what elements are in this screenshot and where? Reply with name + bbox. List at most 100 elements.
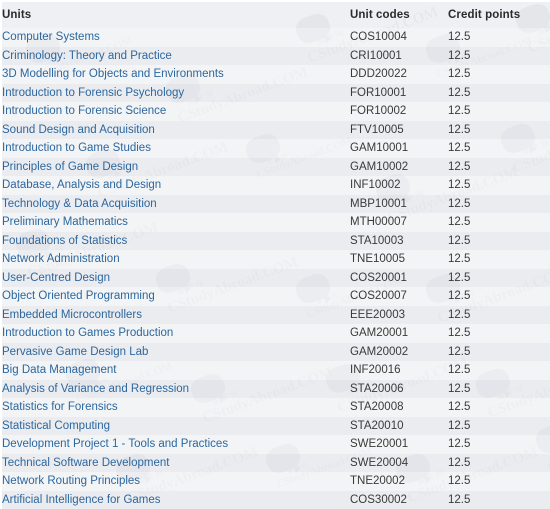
cell-unit-code: MBP10001 xyxy=(350,195,448,214)
cell-unit-name: Artificial Intelligence for Games xyxy=(2,491,350,509)
unit-link[interactable]: Development Project 1 - Tools and Practi… xyxy=(2,438,228,450)
unit-code-text: TNE20002 xyxy=(350,475,405,487)
cell-unit-name: Pervasive Game Design Lab xyxy=(2,343,350,362)
credit-points-text: 12.5 xyxy=(448,105,471,117)
table-row[interactable]: Artificial Intelligence for Games COS3000… xyxy=(2,490,550,509)
table-row[interactable]: Development Project 1 - Tools and Practi… xyxy=(2,435,550,454)
cell-unit-name: Network Administration xyxy=(2,250,350,269)
cell-unit-code: COS20007 xyxy=(350,287,448,306)
credit-points-text: 12.5 xyxy=(448,160,471,173)
unit-code-text: GAM20002 xyxy=(350,345,409,358)
unit-link[interactable]: Computer Systems xyxy=(2,31,100,43)
unit-link[interactable]: Object Oriented Programming xyxy=(2,290,155,302)
unit-code-text: GAM20001 xyxy=(350,327,409,339)
unit-link[interactable]: Network Administration xyxy=(2,253,120,265)
table-row[interactable]: Analysis of Variance and Regression STA20… xyxy=(2,379,550,398)
cell-unit-code: INF20016 xyxy=(350,361,448,380)
cell-credit-points: 12.5 xyxy=(448,102,550,121)
table-row[interactable]: Database, Analysis and Design INF10002 12.… xyxy=(2,176,550,195)
table-row[interactable]: Principles of Game Design GAM10002 12.5 xyxy=(2,157,550,177)
table-row[interactable]: Introduction to Forensic Science FOR10002… xyxy=(2,102,550,121)
column-header-units[interactable]: Units xyxy=(2,2,350,28)
cell-unit-code: GAM10002 xyxy=(350,158,448,177)
cell-unit-name: Database, Analysis and Design xyxy=(2,176,350,195)
table-row[interactable]: User-Centred Design COS20001 12.5 xyxy=(2,268,550,288)
table-row[interactable]: Technical Software Development SWE20004 12… xyxy=(2,453,550,473)
cell-credit-points: 12.5 xyxy=(448,417,550,436)
cell-unit-code: COS20001 xyxy=(350,269,448,288)
unit-link[interactable]: Embedded Microcontrollers xyxy=(2,309,142,321)
table-row[interactable]: 3D Modelling for Objects and Environment… xyxy=(2,65,550,84)
column-header-unit-codes[interactable]: Unit codes xyxy=(350,2,448,28)
unit-link[interactable]: Preliminary Mathematics xyxy=(2,216,128,228)
cell-unit-code: TNE20002 xyxy=(350,472,448,491)
unit-link[interactable]: Statistical Computing xyxy=(2,420,110,432)
table-row[interactable]: Statistical Computing STA20010 12.5 xyxy=(2,416,550,436)
table-row[interactable]: Object Oriented Programming COS20007 12.5 xyxy=(2,287,550,306)
cell-credit-points: 12.5 xyxy=(448,398,550,417)
unit-link[interactable]: Technology & Data Acquisition xyxy=(2,198,157,210)
cell-credit-points: 12.5 xyxy=(448,287,550,306)
cell-credit-points: 12.5 xyxy=(448,269,550,288)
cell-unit-name: Introduction to Games Production xyxy=(2,324,350,343)
table-row[interactable]: Embedded Microcontrollers EEE20003 12.5 xyxy=(2,305,550,324)
unit-link[interactable]: User-Centred Design xyxy=(2,272,110,284)
table-row[interactable]: Pervasive Game Design Lab GAM20002 12.5 xyxy=(2,342,550,362)
credit-points-text: 12.5 xyxy=(448,49,471,62)
unit-code-text: MTH00007 xyxy=(350,216,407,228)
unit-link[interactable]: Criminology: Theory and Practice xyxy=(2,50,172,62)
unit-link[interactable]: Analysis of Variance and Regression xyxy=(2,383,189,395)
unit-code-text: FTV10005 xyxy=(350,123,404,136)
cell-unit-name: Principles of Game Design xyxy=(2,158,350,177)
unit-code-text: DDD20022 xyxy=(350,68,407,80)
table-row[interactable]: Network Routing Principles TNE20002 12.5 xyxy=(2,472,550,491)
unit-link[interactable]: Artificial Intelligence for Games xyxy=(2,494,161,506)
credit-points-text: 12.5 xyxy=(448,179,471,191)
table-row[interactable]: Technology & Data Acquisition MBP10001 12.… xyxy=(2,194,550,214)
cell-credit-points: 12.5 xyxy=(448,47,550,66)
unit-link[interactable]: Technical Software Development xyxy=(2,457,169,469)
unit-link[interactable]: Pervasive Game Design Lab xyxy=(2,346,148,358)
table-row[interactable]: Introduction to Games Production GAM20001… xyxy=(2,324,550,343)
table-row[interactable]: Computer Systems COS10004 12.5 xyxy=(2,28,550,47)
unit-link[interactable]: Introduction to Forensic Psychology xyxy=(2,87,184,99)
unit-link[interactable]: Principles of Game Design xyxy=(2,161,138,173)
unit-link[interactable]: 3D Modelling for Objects and Environment… xyxy=(2,68,224,80)
column-header-credit-points[interactable]: Credit points xyxy=(448,2,550,28)
unit-link[interactable]: Sound Design and Acquisition xyxy=(2,124,155,136)
unit-link[interactable]: Statistics for Forensics xyxy=(2,401,118,413)
unit-code-text: INF10002 xyxy=(350,179,401,191)
unit-code-text: COS20001 xyxy=(350,271,407,284)
unit-link[interactable]: Introduction to Game Studies xyxy=(2,142,151,154)
unit-link[interactable]: Foundations of Statistics xyxy=(2,235,127,247)
table-row[interactable]: Foundations of Statistics STA10003 12.5 xyxy=(2,231,550,250)
cell-credit-points: 12.5 xyxy=(448,324,550,343)
credit-points-text: 12.5 xyxy=(448,142,471,154)
table-row[interactable]: Big Data Management INF20016 12.5 xyxy=(2,361,550,380)
cell-credit-points: 12.5 xyxy=(448,454,550,473)
unit-link[interactable]: Big Data Management xyxy=(2,364,116,376)
cell-credit-points: 12.5 xyxy=(448,28,550,47)
cell-unit-name: Criminology: Theory and Practice xyxy=(2,47,350,66)
cell-credit-points: 12.5 xyxy=(448,139,550,158)
table-row[interactable]: Statistics for Forensics STA20008 12.5 xyxy=(2,398,550,417)
cell-unit-code: GAM20001 xyxy=(350,324,448,343)
unit-link[interactable]: Introduction to Forensic Science xyxy=(2,105,166,117)
cell-unit-code: CRI10001 xyxy=(350,47,448,66)
credit-points-text: 12.5 xyxy=(448,86,471,99)
table-row[interactable]: Criminology: Theory and Practice CRI10001… xyxy=(2,46,550,66)
unit-code-text: TNE10005 xyxy=(350,253,405,265)
table-row[interactable]: Introduction to Forensic Psychology FOR10… xyxy=(2,83,550,103)
cell-unit-name: Technology & Data Acquisition xyxy=(2,195,350,214)
cell-unit-name: Computer Systems xyxy=(2,28,350,47)
units-table-scroll-area[interactable]: Units Unit codes Credit points Computer … xyxy=(2,2,550,509)
table-row[interactable]: Sound Design and Acquisition FTV10005 12.5 xyxy=(2,120,550,139)
unit-link[interactable]: Introduction to Games Production xyxy=(2,327,173,339)
table-row[interactable]: Introduction to Game Studies GAM10001 12.5 xyxy=(2,139,550,158)
unit-link[interactable]: Network Routing Principles xyxy=(2,475,140,487)
table-row[interactable]: Preliminary Mathematics MTH00007 12.5 xyxy=(2,213,550,232)
unit-link[interactable]: Database, Analysis and Design xyxy=(2,179,161,191)
table-row[interactable]: Network Administration TNE10005 12.5 xyxy=(2,250,550,269)
credit-points-text: 12.5 xyxy=(448,68,471,80)
cell-credit-points: 12.5 xyxy=(448,84,550,103)
